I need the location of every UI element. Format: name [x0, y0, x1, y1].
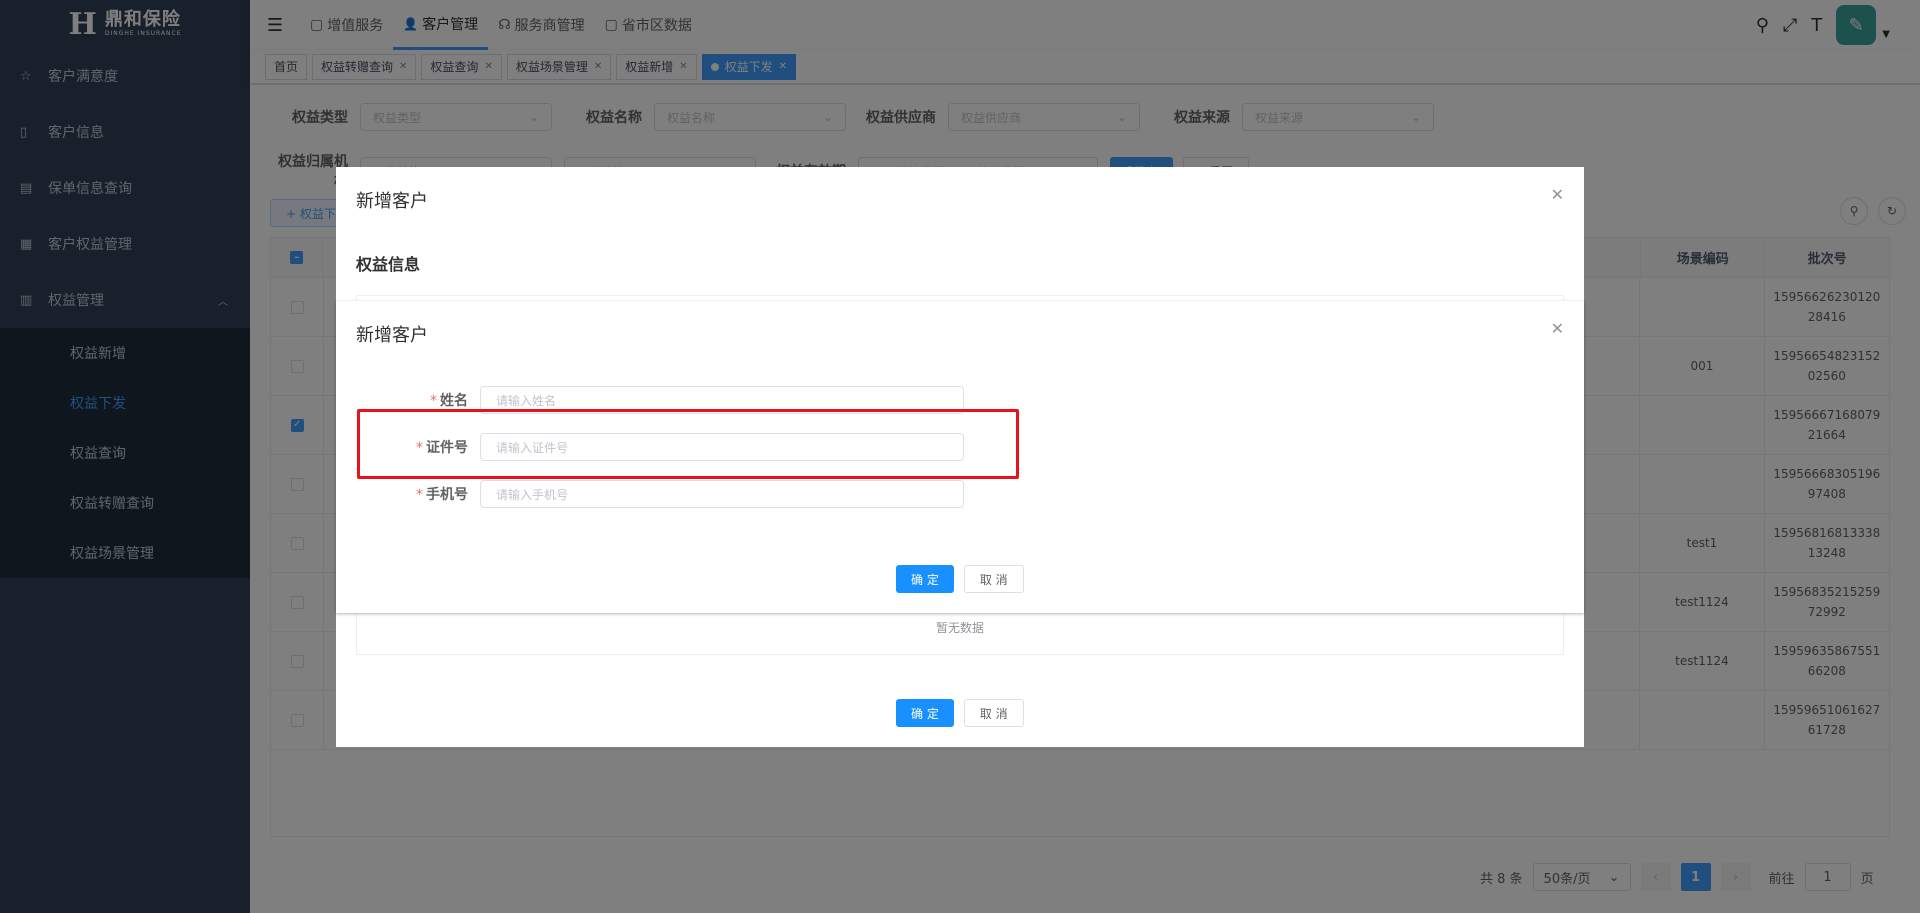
required-mark: *	[416, 487, 423, 503]
dialog-footer: 确 定 取 消	[896, 565, 1024, 593]
empty-text: 暂无数据	[935, 621, 984, 635]
close-icon[interactable]: ✕	[1551, 319, 1564, 338]
required-mark: *	[430, 393, 437, 409]
phone-input[interactable]: 请输入手机号	[480, 480, 964, 508]
section-title: 权益信息	[356, 255, 421, 274]
confirm-button[interactable]: 确 定	[896, 565, 954, 593]
cancel-button[interactable]: 取 消	[963, 565, 1024, 593]
highlight-box	[357, 409, 1019, 479]
dialog-title: 新增客户	[356, 191, 428, 212]
dialog-footer: 确 定 取 消	[896, 699, 1024, 727]
confirm-button[interactable]: 确 定	[896, 699, 954, 727]
close-icon[interactable]: ✕	[1551, 185, 1564, 204]
phone-form-item: * 手机号 请输入手机号	[356, 480, 964, 508]
cancel-button[interactable]: 取 消	[963, 699, 1024, 727]
dialog-title: 新增客户	[356, 325, 428, 346]
